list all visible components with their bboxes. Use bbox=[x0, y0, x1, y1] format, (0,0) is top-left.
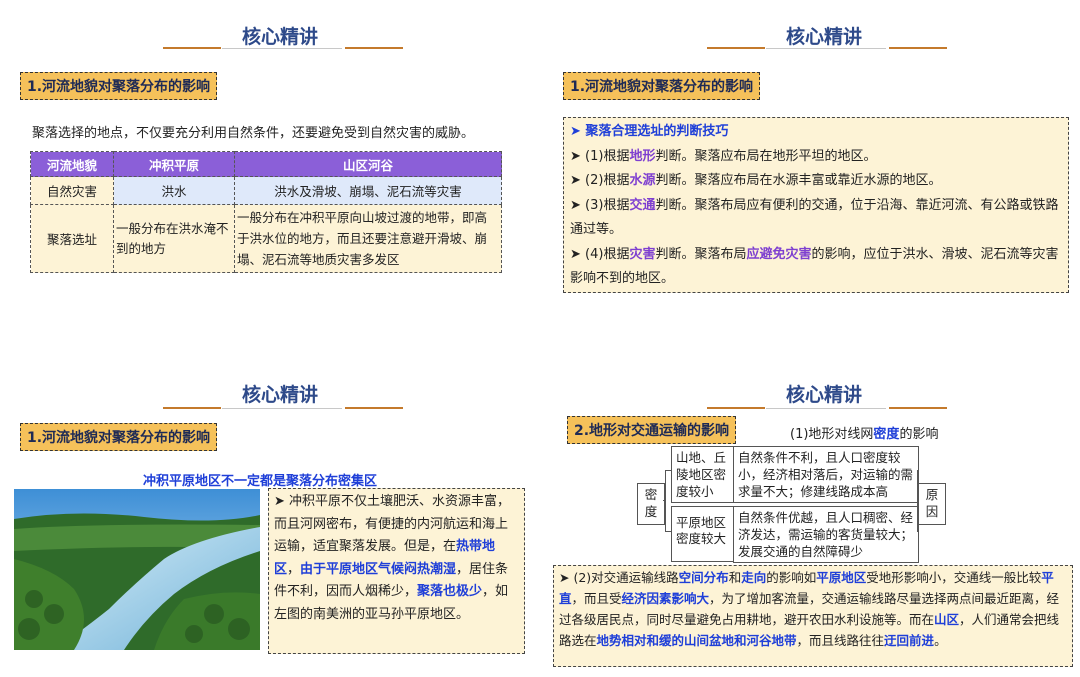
tip-item: ➤ (1)根据地形判断。聚落应布局在地形平坦的地区。 bbox=[570, 148, 877, 164]
note-text: 和 bbox=[728, 570, 742, 585]
note-key: 平原地区 bbox=[816, 570, 867, 585]
plain-note-box: ➤ 冲积平原不仅土壤肥沃、水资源丰富，而且河网密布，有便捷的内河航运和海上运输，… bbox=[268, 488, 525, 654]
table-header-row: 河流地貌 冲积平原 山区河谷 bbox=[30, 151, 502, 177]
mountain-reason-box: 自然条件不利，且人口密度较小，经济相对落后，对运输的需求量不大；修建线路成本高 bbox=[733, 446, 919, 503]
tips-box: ➤ 聚落合理选址的判断技巧 ➤ (1)根据地形判断。聚落应布局在地形平坦的地区。… bbox=[563, 117, 1069, 293]
table-header: 山区河谷 bbox=[234, 151, 502, 177]
section-subtitle: 冲积平原地区不一定都是聚落分布密集区 bbox=[143, 474, 378, 489]
tip-key: 灾害 bbox=[629, 246, 656, 262]
caption-text: 的影响 bbox=[899, 427, 939, 442]
tip-pre: (2)根据 bbox=[585, 173, 630, 188]
heading-underline bbox=[222, 408, 342, 409]
section-tag: 1.河流地貌对聚落分布的影响 bbox=[20, 423, 218, 451]
tip-key: 应避免灾害 bbox=[746, 246, 812, 262]
page-heading: 核心精讲 bbox=[241, 26, 318, 48]
section-tag: 2.地形对交通运输的影响 bbox=[567, 416, 737, 444]
caption-key: 密度 bbox=[873, 427, 900, 442]
route-note-box: ➤ (2)对交通运输线路空间分布和走向的影响如平原地区受地形影响小，交通线一般比… bbox=[553, 565, 1073, 667]
heading-accent-left bbox=[707, 407, 765, 409]
table-cell: 洪水 bbox=[113, 176, 235, 205]
table-cell: 一般分布在洪水淹不到的地方 bbox=[113, 204, 235, 273]
note-text: 。 bbox=[934, 633, 947, 648]
caption-text: (1)地形对线网 bbox=[790, 427, 874, 442]
note-text: ，而且线路往往 bbox=[796, 633, 885, 648]
diagram-connector bbox=[663, 500, 666, 501]
note-text: ，而且受 bbox=[571, 591, 622, 606]
heading-accent-left bbox=[163, 407, 221, 409]
tip-key: 交通 bbox=[629, 197, 656, 213]
note-key: 由于平原地区气候闷热潮湿 bbox=[300, 561, 457, 577]
heading-underline bbox=[766, 408, 886, 409]
table-row: 自然灾害 洪水 洪水及滑坡、崩塌、泥石流等灾害 bbox=[30, 176, 502, 205]
tips-title: ➤ 聚落合理选址的判断技巧 bbox=[570, 124, 729, 139]
diagram-connector bbox=[665, 470, 666, 532]
tip-item: ➤ (2)根据水源判断。聚落应布局在水源丰富或靠近水源的地区。 bbox=[570, 173, 942, 188]
intro-text: 聚落选择的地点，不仅要充分利用自然条件，还要避免受到自然灾害的威胁。 bbox=[32, 126, 475, 141]
diagram-connector bbox=[665, 470, 671, 471]
note-key: 山区 bbox=[934, 612, 960, 627]
diagram-caption: (1)地形对线网密度的影响 bbox=[790, 423, 938, 442]
tips-title-text: 聚落合理选址的判断技巧 bbox=[585, 124, 729, 139]
table-cell: 聚落选址 bbox=[30, 204, 114, 273]
section-tag: 1.河流地貌对聚落分布的影响 bbox=[20, 72, 218, 100]
note-key: 空间分布 bbox=[678, 570, 729, 585]
note-text: 受地形影响小，交通线一般比较 bbox=[866, 570, 1042, 585]
diagram-connector bbox=[665, 531, 671, 532]
tip-key: 地形 bbox=[629, 148, 656, 164]
table-cell: 洪水及滑坡、崩塌、泥石流等灾害 bbox=[234, 176, 502, 205]
section-tag: 1.河流地貌对聚落分布的影响 bbox=[563, 72, 761, 100]
tip-post: 判断。聚落应布局在水源丰富或靠近水源的地区。 bbox=[655, 173, 942, 188]
tip-pre: (4)根据 bbox=[585, 246, 630, 262]
mountain-density-box: 山地、丘陵地区密度较小 bbox=[671, 446, 739, 503]
page-heading: 核心精讲 bbox=[785, 26, 862, 48]
diagram-connector bbox=[917, 470, 918, 532]
note-key: 经济因素影响大 bbox=[621, 591, 710, 606]
note-key: 走向 bbox=[741, 570, 767, 585]
tip-pre: (1)根据 bbox=[585, 148, 630, 164]
note-key: 聚落也极少 bbox=[417, 584, 483, 599]
diagram-right-box: 原因 bbox=[918, 483, 946, 525]
diagram-connector bbox=[917, 500, 919, 501]
landform-table: 河流地貌 冲积平原 山区河谷 自然灾害 洪水 洪水及滑坡、崩塌、泥石流等灾害 聚… bbox=[30, 151, 502, 273]
page-heading: 核心精讲 bbox=[785, 384, 862, 406]
note-text: 的影响如 bbox=[766, 570, 817, 585]
page-heading: 核心精讲 bbox=[241, 384, 318, 406]
tip-post: 判断。聚落布局 bbox=[655, 246, 747, 262]
tip-item: ➤ (3)根据交通判断。聚落布局应有便利的交通，位于沿海、靠近河流、有公路或铁路… bbox=[570, 197, 1059, 238]
note-key: 迂回前进 bbox=[884, 633, 935, 648]
tip-key: 水源 bbox=[629, 173, 656, 188]
plain-density-box: 平原地区密度较大 bbox=[671, 506, 739, 562]
amazon-river-photo bbox=[14, 489, 260, 650]
table-cell: 自然灾害 bbox=[30, 176, 114, 205]
tip-item: ➤ (4)根据灾害判断。聚落布局应避免灾害的影响，应位于洪水、滑坡、泥石流等灾害… bbox=[570, 246, 1059, 287]
diagram-left-box: 密度 bbox=[637, 483, 665, 525]
note-key: 地势相对和缓的山间盆地和河谷地带 bbox=[596, 633, 797, 648]
heading-accent-right bbox=[889, 407, 947, 409]
table-header: 冲积平原 bbox=[113, 151, 235, 177]
table-header: 河流地貌 bbox=[30, 151, 114, 177]
tip-pre: (3)根据 bbox=[585, 197, 630, 213]
table-cell: 一般分布在冲积平原向山坡过渡的地带，即高于洪水位的地方，而且还要注意避开滑坡、崩… bbox=[234, 204, 502, 273]
plain-reason-box: 自然条件优越，且人口稠密、经济发达，需运输的客货量较大；发展交通的自然障碍少 bbox=[733, 506, 919, 563]
tip-post: 判断。聚落应布局在地形平坦的地区。 bbox=[655, 148, 877, 164]
heading-accent-right bbox=[345, 407, 403, 409]
note-text: ， bbox=[287, 561, 301, 577]
note-text: (2)对交通运输线路 bbox=[573, 570, 679, 585]
table-row: 聚落选址 一般分布在洪水淹不到的地方 一般分布在冲积平原向山坡过渡的地带，即高于… bbox=[30, 204, 502, 273]
